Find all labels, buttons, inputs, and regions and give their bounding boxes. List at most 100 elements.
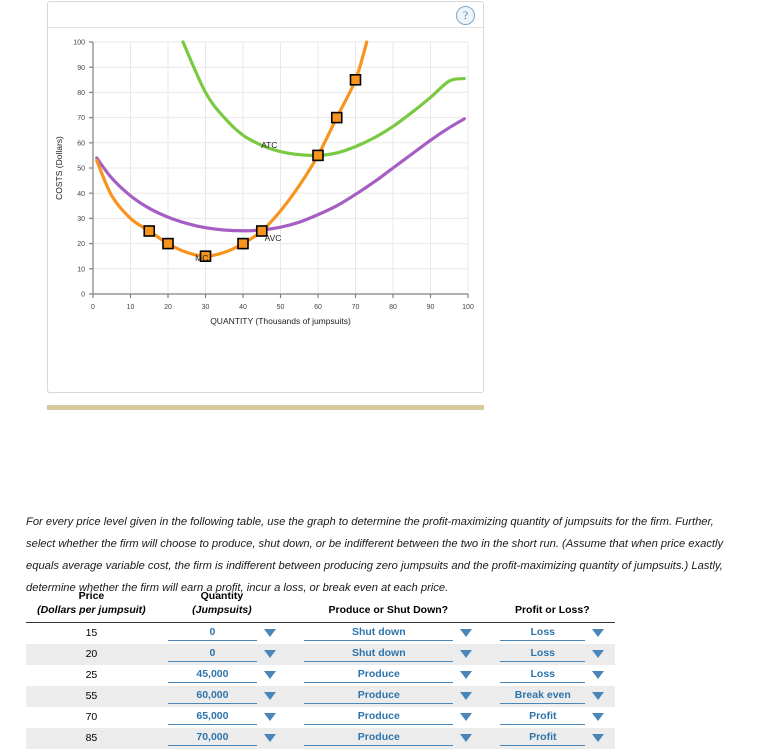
produce-or-shut-down-dropdown[interactable]: Produce <box>304 689 473 704</box>
svg-text:70: 70 <box>352 304 360 311</box>
chart-svg: 0 10 20 30 40 50 60 70 80 90 100 0 10 20 30 40 50 60 70 80 9… <box>54 40 474 326</box>
profit-or-loss-dropdown[interactable]: Break even <box>500 689 605 704</box>
table-row: 55 60,000 Produce Break even <box>26 685 615 707</box>
chevron-down-icon[interactable] <box>460 628 473 637</box>
chevron-down-icon[interactable] <box>460 733 473 742</box>
graph-toolbar: ? <box>48 2 483 28</box>
produce-or-shut-down-dropdown[interactable]: Produce <box>304 668 473 683</box>
table-row: 15 0 Shut down Loss <box>26 623 615 644</box>
quantity-cell: 0 <box>157 644 287 665</box>
produce-or-shut-down-dropdown[interactable]: Produce <box>304 731 473 746</box>
price-value: 25 <box>85 669 98 681</box>
quantity-cell: 0 <box>157 623 287 644</box>
chevron-down-icon[interactable] <box>263 712 276 721</box>
svg-text:40: 40 <box>77 191 85 198</box>
quantity-value: 65,000 <box>167 710 257 725</box>
chevron-down-icon[interactable] <box>592 733 605 742</box>
profit-or-loss-cell: Loss <box>490 623 615 644</box>
chevron-down-icon[interactable] <box>592 691 605 700</box>
chevron-down-icon[interactable] <box>263 733 276 742</box>
curve-label-avc: AVC <box>265 233 282 243</box>
column-header-produce-or-shut-down-label: Produce or Shut Down? <box>328 604 449 616</box>
y-axis-title: COSTS (Dollars) <box>54 136 64 200</box>
chevron-down-icon[interactable] <box>592 628 605 637</box>
profit-or-loss-dropdown[interactable]: Loss <box>500 647 605 662</box>
chevron-down-icon[interactable] <box>460 691 473 700</box>
produce-or-shut-down-dropdown[interactable]: Shut down <box>304 647 473 662</box>
profit-or-loss-dropdown[interactable]: Profit <box>500 731 605 746</box>
data-point-marker <box>237 237 249 250</box>
curve-label-atc: ATC <box>261 140 277 150</box>
svg-text:100: 100 <box>73 40 85 47</box>
svg-text:0: 0 <box>81 292 85 299</box>
profit-or-loss-cell: Profit <box>490 728 615 749</box>
question-mark-icon[interactable]: ? <box>456 6 475 25</box>
x-axis-title: QUANTITY (Thousands of jumpsuits) <box>210 316 351 326</box>
table-row: 85 70,000 Produce Profit <box>26 727 615 749</box>
produce-or-shut-down-cell: Shut down <box>287 623 490 644</box>
quantity-dropdown[interactable]: 45,000 <box>167 668 276 683</box>
price-value: 15 <box>85 627 98 640</box>
produce-or-shut-down-cell: Produce <box>287 686 490 707</box>
svg-text:60: 60 <box>314 304 322 311</box>
table-row: 70 65,000 Produce Profit <box>26 707 615 728</box>
quantity-dropdown[interactable]: 0 <box>167 626 276 641</box>
profit-or-loss-cell: Break even <box>490 686 615 707</box>
chevron-down-icon[interactable] <box>592 670 605 679</box>
profit-or-loss-dropdown[interactable]: Loss <box>500 626 605 641</box>
table-header: Price (Dollars per jumpsuit) Quantity (J… <box>26 590 615 623</box>
instructions-paragraph: For every price level given in the follo… <box>26 516 724 595</box>
quantity-dropdown[interactable]: 0 <box>167 647 276 662</box>
column-header-price-main: Price <box>78 590 105 602</box>
svg-text:30: 30 <box>202 304 210 311</box>
curve-label-mc: MC <box>195 253 208 263</box>
section-divider <box>47 405 484 410</box>
column-header-produce-or-shut-down: Produce or Shut Down? <box>287 590 490 618</box>
quantity-dropdown[interactable]: 70,000 <box>167 731 276 746</box>
column-header-profit-or-loss-label: Profit or Loss? <box>514 604 590 616</box>
quantity-cell: 60,000 <box>157 686 287 707</box>
quantity-dropdown[interactable]: 65,000 <box>167 710 276 725</box>
produce-or-shut-down-cell: Produce <box>287 665 490 686</box>
profit-or-loss-dropdown[interactable]: Profit <box>500 710 605 725</box>
price-value: 85 <box>85 732 98 744</box>
produce-or-shut-down-dropdown[interactable]: Shut down <box>304 626 473 641</box>
profit-or-loss-value: Profit <box>500 710 586 725</box>
profit-or-loss-cell: Loss <box>490 665 615 686</box>
grid-lines <box>93 41 469 294</box>
profit-or-loss-dropdown[interactable]: Loss <box>500 668 605 683</box>
column-header-price: Price (Dollars per jumpsuit) <box>26 590 157 618</box>
chevron-down-icon[interactable] <box>592 649 605 658</box>
price-value: 55 <box>85 690 98 702</box>
quantity-value: 70,000 <box>167 731 257 746</box>
column-header-price-sub: (Dollars per jumpsuit) <box>37 604 146 616</box>
chevron-down-icon[interactable] <box>263 670 276 679</box>
svg-text:80: 80 <box>389 304 397 311</box>
svg-text:100: 100 <box>462 304 474 311</box>
chevron-down-icon[interactable] <box>263 691 276 700</box>
quantity-dropdown[interactable]: 60,000 <box>167 689 276 704</box>
table-row: 25 45,000 Produce Loss <box>26 665 615 686</box>
column-header-quantity: Quantity (Jumpsuits) <box>157 590 287 618</box>
price-quantity-decision-table: Price (Dollars per jumpsuit) Quantity (J… <box>26 590 615 749</box>
svg-text:90: 90 <box>427 304 435 311</box>
curve-mc <box>95 40 369 258</box>
svg-text:40: 40 <box>239 304 247 311</box>
produce-or-shut-down-value: Shut down <box>304 647 454 662</box>
produce-or-shut-down-value: Produce <box>304 689 454 704</box>
column-header-quantity-main: Quantity <box>200 590 244 602</box>
svg-text:20: 20 <box>164 304 172 311</box>
svg-text:80: 80 <box>77 90 85 97</box>
chevron-down-icon[interactable] <box>460 670 473 679</box>
chevron-down-icon[interactable] <box>460 712 473 721</box>
profit-or-loss-cell: Profit <box>490 707 615 728</box>
chevron-down-icon[interactable] <box>592 712 605 721</box>
data-point-marker <box>162 237 174 250</box>
chevron-down-icon[interactable] <box>263 628 276 637</box>
data-point-marker <box>143 225 156 237</box>
svg-text:10: 10 <box>127 304 135 311</box>
produce-or-shut-down-dropdown[interactable]: Produce <box>304 710 473 725</box>
profit-or-loss-value: Break even <box>500 689 586 704</box>
chevron-down-icon[interactable] <box>460 649 473 658</box>
chevron-down-icon[interactable] <box>263 649 276 658</box>
